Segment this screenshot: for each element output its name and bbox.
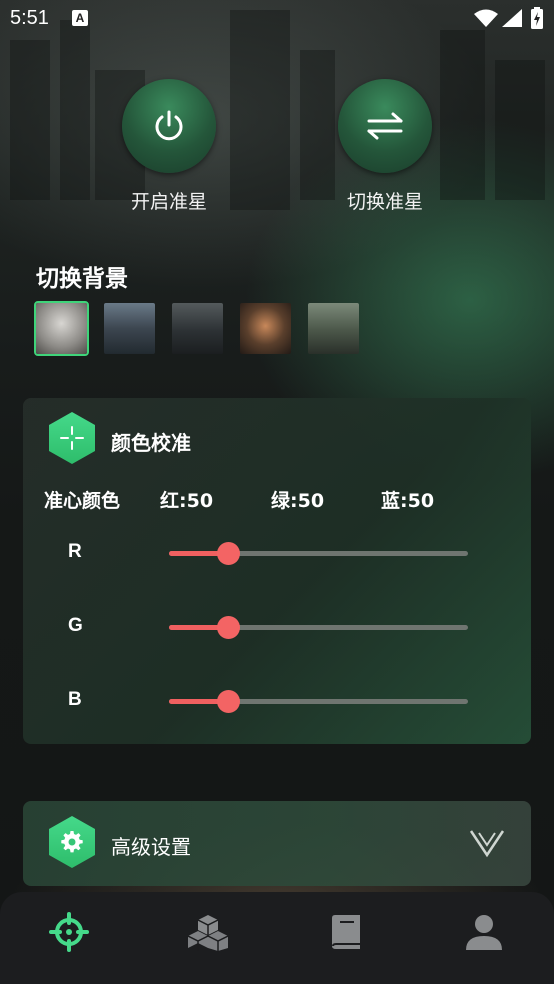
crosshair-icon <box>60 426 84 450</box>
signal-icon <box>502 9 522 27</box>
nav-book[interactable] <box>324 910 368 954</box>
enable-crosshair-action[interactable]: 开启准星 <box>121 79 217 214</box>
advanced-settings-card[interactable]: 高级设置 <box>23 801 531 886</box>
blue-value: 蓝:50 <box>381 490 435 512</box>
switch-crosshair-label: 切换准星 <box>346 191 423 213</box>
blocks-icon <box>188 915 228 951</box>
background-thumb-1[interactable] <box>34 301 89 356</box>
red-slider-thumb[interactable] <box>216 542 240 565</box>
crosshair-icon <box>49 912 89 952</box>
background-thumb-5[interactable] <box>306 301 361 356</box>
color-calibration-card: 颜色校准 准心颜色 红:50 绿:50 蓝:50 R G B <box>23 398 531 744</box>
crosshair-color-label: 准心颜色 <box>44 490 121 512</box>
nav-blocks[interactable] <box>186 910 230 954</box>
red-slider-row: R <box>23 536 531 570</box>
swap-arrows-icon <box>367 112 403 140</box>
enable-crosshair-label: 开启准星 <box>130 191 207 213</box>
wifi-icon <box>474 9 498 27</box>
color-calibration-title: 颜色校准 <box>111 431 191 455</box>
notification-a-icon: A <box>72 10 88 26</box>
red-slider[interactable] <box>169 542 468 565</box>
battery-charging-icon <box>531 7 543 29</box>
nav-profile[interactable] <box>462 910 506 954</box>
blue-slider[interactable] <box>169 690 468 713</box>
bottom-navigation <box>0 892 554 984</box>
chevron-down-icon[interactable] <box>469 827 505 859</box>
blue-slider-thumb[interactable] <box>216 690 240 713</box>
switch-crosshair-button[interactable] <box>338 79 432 173</box>
blue-slider-row: B <box>23 684 531 718</box>
blue-channel-label: B <box>68 689 82 710</box>
advanced-settings-title: 高级设置 <box>111 835 191 859</box>
switch-background-title: 切换背景 <box>36 266 128 292</box>
profile-icon <box>466 915 502 950</box>
green-slider[interactable] <box>169 616 468 639</box>
power-icon <box>155 110 183 141</box>
enable-crosshair-button[interactable] <box>122 79 216 173</box>
status-bar: 5:51 A <box>0 0 554 38</box>
background-thumb-3[interactable] <box>170 301 225 356</box>
background-thumbnails <box>34 301 361 356</box>
red-channel-label: R <box>68 541 82 562</box>
green-value: 绿:50 <box>271 490 325 512</box>
settings-hex-icon <box>49 816 95 868</box>
green-channel-label: G <box>68 615 83 636</box>
green-slider-thumb[interactable] <box>216 616 240 639</box>
status-time: 5:51 <box>10 7 49 29</box>
book-icon <box>332 915 360 949</box>
nav-crosshair[interactable] <box>47 910 91 954</box>
green-slider-row: G <box>23 610 531 644</box>
ruins-background-art <box>10 10 545 210</box>
crosshair-hex-icon <box>49 412 95 464</box>
background-thumb-2[interactable] <box>102 301 157 356</box>
gear-icon <box>61 831 83 853</box>
red-value: 红:50 <box>160 490 214 512</box>
background-thumb-4[interactable] <box>238 301 293 356</box>
switch-crosshair-action[interactable]: 切换准星 <box>337 79 433 214</box>
